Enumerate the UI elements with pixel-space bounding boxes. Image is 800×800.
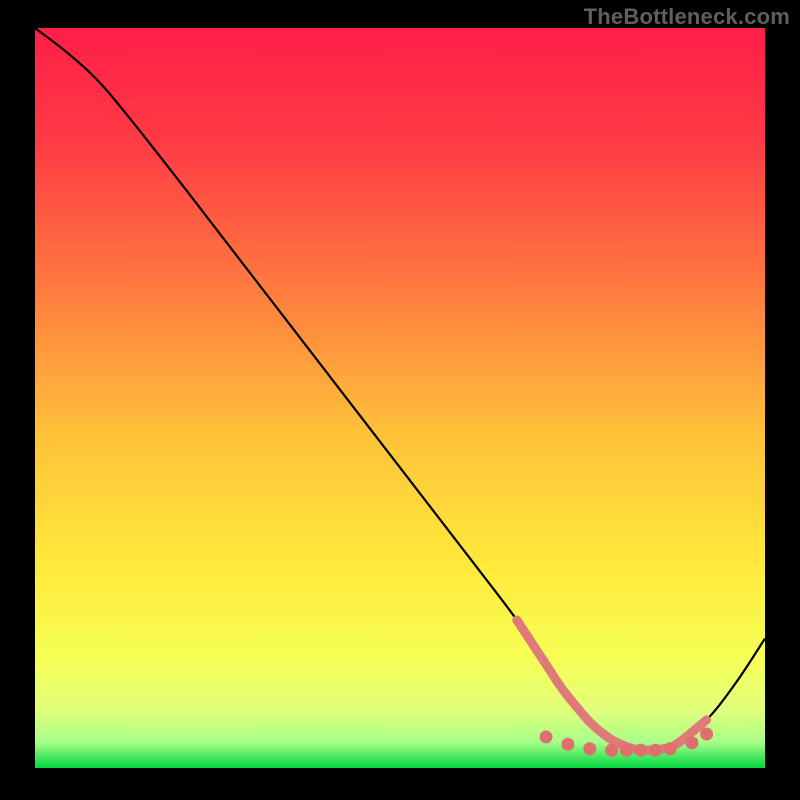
highlight-dot <box>664 742 677 755</box>
chart-background-gradient <box>35 28 765 768</box>
highlight-dot <box>700 727 713 740</box>
highlight-dot <box>605 744 618 757</box>
highlight-dot <box>620 744 633 757</box>
highlight-dot <box>649 744 662 757</box>
highlight-dot <box>686 736 699 749</box>
chart-svg <box>35 28 765 768</box>
highlight-dot <box>561 738 574 751</box>
highlight-dot <box>634 744 647 757</box>
highlight-dot <box>583 742 596 755</box>
bottleneck-chart <box>35 28 765 768</box>
highlight-dot <box>540 730 553 743</box>
watermark-text: TheBottleneck.com <box>584 4 790 30</box>
